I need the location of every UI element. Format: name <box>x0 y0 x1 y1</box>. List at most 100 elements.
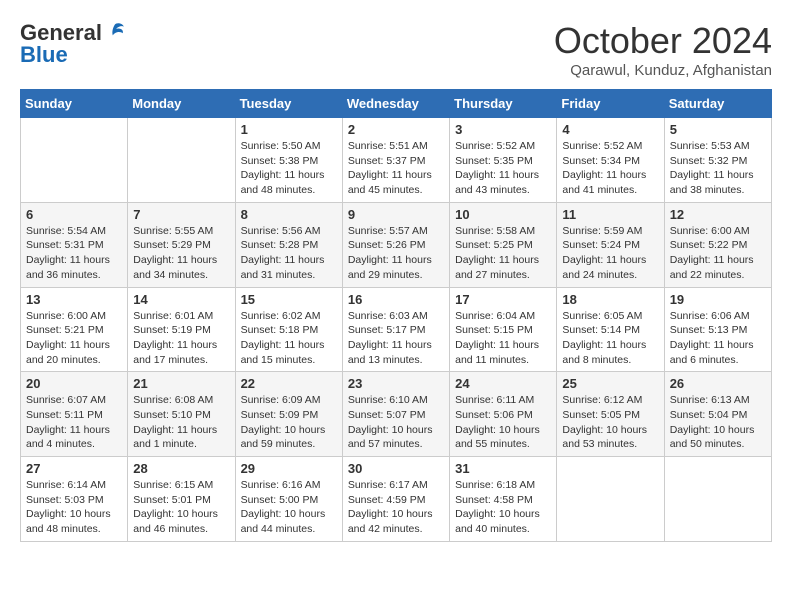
calendar-cell: 15Sunrise: 6:02 AM Sunset: 5:18 PM Dayli… <box>235 287 342 372</box>
day-info: Sunrise: 5:54 AM Sunset: 5:31 PM Dayligh… <box>26 224 122 283</box>
day-info: Sunrise: 6:08 AM Sunset: 5:10 PM Dayligh… <box>133 393 229 452</box>
day-number: 6 <box>26 207 122 222</box>
calendar-cell: 20 Sunrise: 6:07 AM Sunset: 5:11 PM Dayli… <box>21 372 128 457</box>
day-info: Sunrise: 6:16 AM Sunset: 5:00 PM Dayligh… <box>241 478 337 537</box>
day-info: Sunrise: 6:17 AM Sunset: 4:59 PM Dayligh… <box>348 478 444 537</box>
weekday-header-thursday: Thursday <box>450 90 557 118</box>
day-number: 30 <box>348 461 444 476</box>
day-info: Sunrise: 6:01 AM Sunset: 5:19 PM Dayligh… <box>133 309 229 368</box>
day-info: Sunrise: 6:04 AM Sunset: 5:15 PM Dayligh… <box>455 309 551 368</box>
day-number: 14 <box>133 292 229 307</box>
day-number: 31 <box>455 461 551 476</box>
calendar-cell: 10 Sunrise: 5:58 AM Sunset: 5:25 PM Dayli… <box>450 202 557 287</box>
day-info: Sunrise: 6:03 AM Sunset: 5:17 PM Dayligh… <box>348 309 444 368</box>
calendar-cell: 23 Sunrise: 6:10 AM Sunset: 5:07 PM Dayli… <box>342 372 449 457</box>
day-info: Sunrise: 6:07 AM Sunset: 5:11 PM Dayligh… <box>26 393 122 452</box>
day-number: 9 <box>348 207 444 222</box>
calendar-cell <box>557 457 664 542</box>
calendar-cell: 8 Sunrise: 5:56 AM Sunset: 5:28 PM Daylig… <box>235 202 342 287</box>
day-info: Sunrise: 6:00 AM Sunset: 5:22 PM Dayligh… <box>670 224 766 283</box>
day-info: Sunrise: 5:52 AM Sunset: 5:35 PM Dayligh… <box>455 139 551 198</box>
day-number: 17 <box>455 292 551 307</box>
calendar-cell: 19 Sunrise: 6:06 AM Sunset: 5:13 PM Dayli… <box>664 287 771 372</box>
calendar-cell <box>21 118 128 203</box>
calendar-cell: 9Sunrise: 5:57 AM Sunset: 5:26 PM Daylig… <box>342 202 449 287</box>
day-info: Sunrise: 6:13 AM Sunset: 5:04 PM Dayligh… <box>670 393 766 452</box>
day-number: 7 <box>133 207 229 222</box>
calendar-cell: 4 Sunrise: 5:52 AM Sunset: 5:34 PM Daylig… <box>557 118 664 203</box>
weekday-header-sunday: Sunday <box>21 90 128 118</box>
day-info: Sunrise: 6:14 AM Sunset: 5:03 PM Dayligh… <box>26 478 122 537</box>
calendar-cell <box>664 457 771 542</box>
day-number: 11 <box>562 207 658 222</box>
calendar-cell: 12 Sunrise: 6:00 AM Sunset: 5:22 PM Dayli… <box>664 202 771 287</box>
day-number: 21 <box>133 376 229 391</box>
day-number: 13 <box>26 292 122 307</box>
day-number: 29 <box>241 461 337 476</box>
calendar-cell: 21 Sunrise: 6:08 AM Sunset: 5:10 PM Dayli… <box>128 372 235 457</box>
day-number: 10 <box>455 207 551 222</box>
day-info: Sunrise: 6:11 AM Sunset: 5:06 PM Dayligh… <box>455 393 551 452</box>
calendar-cell: 2Sunrise: 5:51 AM Sunset: 5:37 PM Daylig… <box>342 118 449 203</box>
day-info: Sunrise: 6:02 AM Sunset: 5:18 PM Dayligh… <box>241 309 337 368</box>
day-info: Sunrise: 6:06 AM Sunset: 5:13 PM Dayligh… <box>670 309 766 368</box>
week-row-4: 20 Sunrise: 6:07 AM Sunset: 5:11 PM Dayli… <box>21 372 772 457</box>
calendar-cell: 11 Sunrise: 5:59 AM Sunset: 5:24 PM Dayli… <box>557 202 664 287</box>
week-row-5: 27Sunrise: 6:14 AM Sunset: 5:03 PM Dayli… <box>21 457 772 542</box>
weekday-header-row: SundayMondayTuesdayWednesdayThursdayFrid… <box>21 90 772 118</box>
day-number: 5 <box>670 122 766 137</box>
weekday-header-monday: Monday <box>128 90 235 118</box>
calendar-cell: 7Sunrise: 5:55 AM Sunset: 5:29 PM Daylig… <box>128 202 235 287</box>
calendar-cell: 18Sunrise: 6:05 AM Sunset: 5:14 PM Dayli… <box>557 287 664 372</box>
day-info: Sunrise: 6:00 AM Sunset: 5:21 PM Dayligh… <box>26 309 122 368</box>
day-number: 25 <box>562 376 658 391</box>
day-number: 19 <box>670 292 766 307</box>
weekday-header-wednesday: Wednesday <box>342 90 449 118</box>
weekday-header-saturday: Saturday <box>664 90 771 118</box>
calendar-cell: 3 Sunrise: 5:52 AM Sunset: 5:35 PM Daylig… <box>450 118 557 203</box>
calendar-cell: 1 Sunrise: 5:50 AM Sunset: 5:38 PM Daylig… <box>235 118 342 203</box>
calendar-cell: 24 Sunrise: 6:11 AM Sunset: 5:06 PM Dayli… <box>450 372 557 457</box>
weekday-header-friday: Friday <box>557 90 664 118</box>
day-info: Sunrise: 5:51 AM Sunset: 5:37 PM Dayligh… <box>348 139 444 198</box>
day-number: 8 <box>241 207 337 222</box>
day-number: 23 <box>348 376 444 391</box>
day-number: 1 <box>241 122 337 137</box>
calendar-cell: 30 Sunrise: 6:17 AM Sunset: 4:59 PM Dayli… <box>342 457 449 542</box>
logo: General Blue <box>20 20 126 68</box>
calendar-cell: 16 Sunrise: 6:03 AM Sunset: 5:17 PM Dayli… <box>342 287 449 372</box>
day-info: Sunrise: 5:59 AM Sunset: 5:24 PM Dayligh… <box>562 224 658 283</box>
month-title: October 2024 <box>554 20 772 62</box>
week-row-2: 6 Sunrise: 5:54 AM Sunset: 5:31 PM Daylig… <box>21 202 772 287</box>
calendar-cell: 28Sunrise: 6:15 AM Sunset: 5:01 PM Dayli… <box>128 457 235 542</box>
location: Qarawul, Kunduz, Afghanistan <box>554 62 772 79</box>
calendar-cell: 14 Sunrise: 6:01 AM Sunset: 5:19 PM Dayli… <box>128 287 235 372</box>
day-number: 20 <box>26 376 122 391</box>
day-number: 12 <box>670 207 766 222</box>
day-number: 3 <box>455 122 551 137</box>
logo-bird-icon <box>104 20 126 42</box>
page-header: General Blue October 2024 Qarawul, Kundu… <box>20 20 772 79</box>
day-info: Sunrise: 6:10 AM Sunset: 5:07 PM Dayligh… <box>348 393 444 452</box>
day-info: Sunrise: 5:56 AM Sunset: 5:28 PM Dayligh… <box>241 224 337 283</box>
day-info: Sunrise: 6:12 AM Sunset: 5:05 PM Dayligh… <box>562 393 658 452</box>
week-row-3: 13 Sunrise: 6:00 AM Sunset: 5:21 PM Dayli… <box>21 287 772 372</box>
calendar-cell: 13 Sunrise: 6:00 AM Sunset: 5:21 PM Dayli… <box>21 287 128 372</box>
title-section: October 2024 Qarawul, Kunduz, Afghanista… <box>554 20 772 79</box>
calendar-cell: 17 Sunrise: 6:04 AM Sunset: 5:15 PM Dayli… <box>450 287 557 372</box>
calendar-cell: 29 Sunrise: 6:16 AM Sunset: 5:00 PM Dayli… <box>235 457 342 542</box>
calendar-cell: 27Sunrise: 6:14 AM Sunset: 5:03 PM Dayli… <box>21 457 128 542</box>
calendar-cell: 26 Sunrise: 6:13 AM Sunset: 5:04 PM Dayli… <box>664 372 771 457</box>
day-info: Sunrise: 5:58 AM Sunset: 5:25 PM Dayligh… <box>455 224 551 283</box>
day-number: 18 <box>562 292 658 307</box>
day-number: 4 <box>562 122 658 137</box>
day-info: Sunrise: 6:09 AM Sunset: 5:09 PM Dayligh… <box>241 393 337 452</box>
day-number: 16 <box>348 292 444 307</box>
calendar-cell: 22Sunrise: 6:09 AM Sunset: 5:09 PM Dayli… <box>235 372 342 457</box>
day-info: Sunrise: 5:50 AM Sunset: 5:38 PM Dayligh… <box>241 139 337 198</box>
day-number: 24 <box>455 376 551 391</box>
calendar-cell: 5Sunrise: 5:53 AM Sunset: 5:32 PM Daylig… <box>664 118 771 203</box>
day-number: 26 <box>670 376 766 391</box>
day-info: Sunrise: 5:52 AM Sunset: 5:34 PM Dayligh… <box>562 139 658 198</box>
day-info: Sunrise: 6:15 AM Sunset: 5:01 PM Dayligh… <box>133 478 229 537</box>
